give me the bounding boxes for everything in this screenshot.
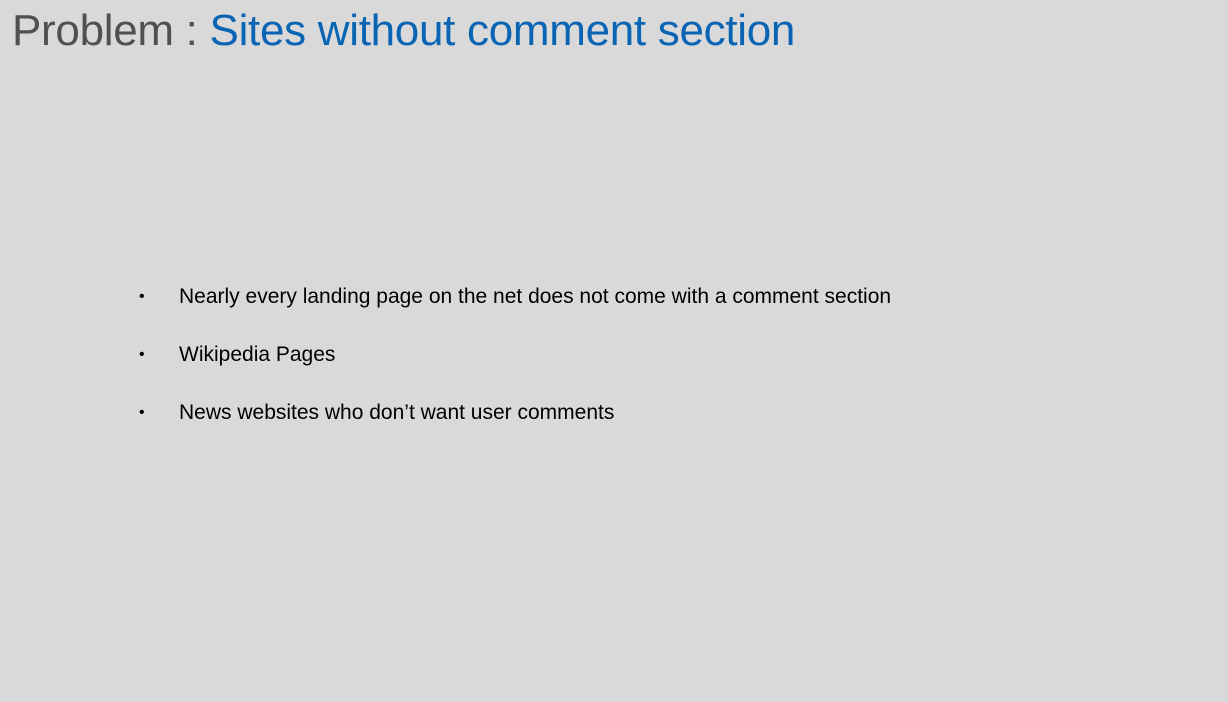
title-prefix: Problem : (12, 6, 210, 55)
bullet-icon: • (139, 404, 145, 421)
bullet-icon: • (139, 346, 145, 363)
bullet-icon: • (139, 288, 145, 305)
bullet-text: Wikipedia Pages (179, 343, 336, 366)
title-main: Sites without comment section (209, 6, 796, 55)
bullet-text: Nearly every landing page on the net doe… (179, 285, 892, 308)
slide-title: Problem : Sites without comment section (12, 4, 795, 58)
slide: Problem : Sites without comment section … (0, 0, 1228, 702)
bullet-text: News websites who don’t want user commen… (179, 401, 615, 424)
